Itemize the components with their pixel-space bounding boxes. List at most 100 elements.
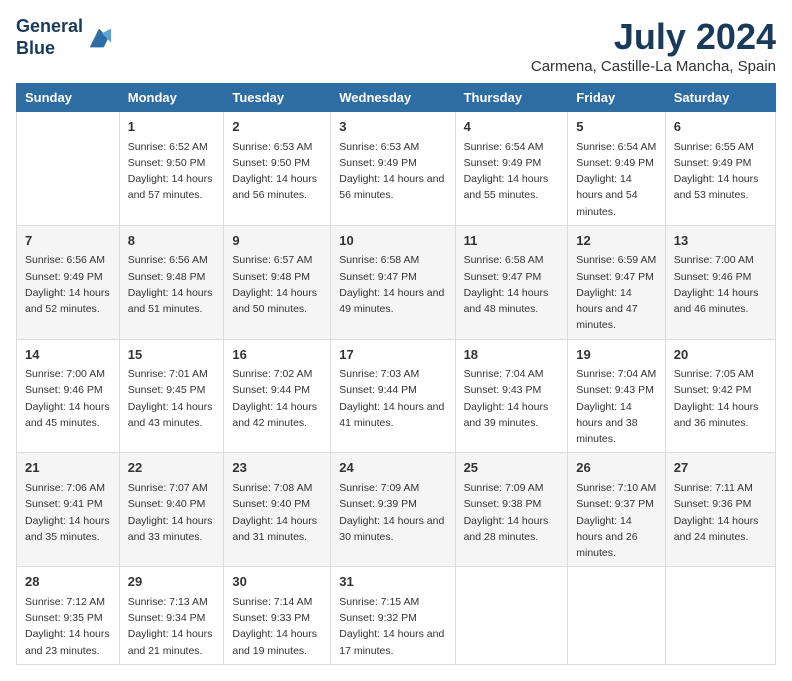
header-day-tuesday: Tuesday bbox=[224, 84, 331, 112]
calendar-cell: 22Sunrise: 7:07 AM Sunset: 9:40 PM Dayli… bbox=[119, 453, 224, 567]
cell-content: Sunrise: 7:05 AM Sunset: 9:42 PM Dayligh… bbox=[674, 366, 767, 431]
day-number: 30 bbox=[232, 572, 322, 592]
cell-content: Sunrise: 6:52 AM Sunset: 9:50 PM Dayligh… bbox=[128, 139, 216, 204]
day-number: 17 bbox=[339, 345, 446, 365]
day-number: 15 bbox=[128, 345, 216, 365]
week-row-4: 21Sunrise: 7:06 AM Sunset: 9:41 PM Dayli… bbox=[17, 453, 776, 567]
day-number: 22 bbox=[128, 458, 216, 478]
calendar-cell: 25Sunrise: 7:09 AM Sunset: 9:38 PM Dayli… bbox=[455, 453, 568, 567]
calendar-cell: 23Sunrise: 7:08 AM Sunset: 9:40 PM Dayli… bbox=[224, 453, 331, 567]
cell-content: Sunrise: 6:58 AM Sunset: 9:47 PM Dayligh… bbox=[339, 252, 446, 317]
day-number: 14 bbox=[25, 345, 111, 365]
cell-content: Sunrise: 6:55 AM Sunset: 9:49 PM Dayligh… bbox=[674, 139, 767, 204]
calendar-cell: 16Sunrise: 7:02 AM Sunset: 9:44 PM Dayli… bbox=[224, 339, 331, 453]
cell-content: Sunrise: 7:12 AM Sunset: 9:35 PM Dayligh… bbox=[25, 594, 111, 659]
calendar-cell: 21Sunrise: 7:06 AM Sunset: 9:41 PM Dayli… bbox=[17, 453, 120, 567]
calendar-cell: 2Sunrise: 6:53 AM Sunset: 9:50 PM Daylig… bbox=[224, 112, 331, 226]
day-number: 27 bbox=[674, 458, 767, 478]
logo-icon bbox=[85, 24, 113, 52]
header-day-thursday: Thursday bbox=[455, 84, 568, 112]
day-number: 25 bbox=[464, 458, 560, 478]
cell-content: Sunrise: 7:08 AM Sunset: 9:40 PM Dayligh… bbox=[232, 480, 322, 545]
cell-content: Sunrise: 7:00 AM Sunset: 9:46 PM Dayligh… bbox=[674, 252, 767, 317]
day-number: 31 bbox=[339, 572, 446, 592]
day-number: 24 bbox=[339, 458, 446, 478]
day-number: 28 bbox=[25, 572, 111, 592]
calendar-cell bbox=[455, 567, 568, 665]
cell-content: Sunrise: 7:03 AM Sunset: 9:44 PM Dayligh… bbox=[339, 366, 446, 431]
calendar-cell bbox=[568, 567, 665, 665]
calendar-header-row: SundayMondayTuesdayWednesdayThursdayFrid… bbox=[17, 84, 776, 112]
day-number: 6 bbox=[674, 117, 767, 137]
page-header: GeneralBlue July 2024 Carmena, Castille-… bbox=[16, 16, 776, 75]
header-day-monday: Monday bbox=[119, 84, 224, 112]
calendar-cell: 30Sunrise: 7:14 AM Sunset: 9:33 PM Dayli… bbox=[224, 567, 331, 665]
cell-content: Sunrise: 6:58 AM Sunset: 9:47 PM Dayligh… bbox=[464, 252, 560, 317]
cell-content: Sunrise: 7:01 AM Sunset: 9:45 PM Dayligh… bbox=[128, 366, 216, 431]
day-number: 21 bbox=[25, 458, 111, 478]
logo-text: GeneralBlue bbox=[16, 16, 83, 59]
cell-content: Sunrise: 7:00 AM Sunset: 9:46 PM Dayligh… bbox=[25, 366, 111, 431]
cell-content: Sunrise: 6:53 AM Sunset: 9:49 PM Dayligh… bbox=[339, 139, 446, 204]
calendar-cell: 28Sunrise: 7:12 AM Sunset: 9:35 PM Dayli… bbox=[17, 567, 120, 665]
header-day-saturday: Saturday bbox=[665, 84, 775, 112]
cell-content: Sunrise: 6:56 AM Sunset: 9:49 PM Dayligh… bbox=[25, 252, 111, 317]
header-day-wednesday: Wednesday bbox=[331, 84, 455, 112]
cell-content: Sunrise: 7:09 AM Sunset: 9:38 PM Dayligh… bbox=[464, 480, 560, 545]
cell-content: Sunrise: 7:15 AM Sunset: 9:32 PM Dayligh… bbox=[339, 594, 446, 659]
cell-content: Sunrise: 7:14 AM Sunset: 9:33 PM Dayligh… bbox=[232, 594, 322, 659]
calendar-cell: 24Sunrise: 7:09 AM Sunset: 9:39 PM Dayli… bbox=[331, 453, 455, 567]
subtitle: Carmena, Castille-La Mancha, Spain bbox=[531, 58, 776, 75]
calendar-cell: 4Sunrise: 6:54 AM Sunset: 9:49 PM Daylig… bbox=[455, 112, 568, 226]
day-number: 23 bbox=[232, 458, 322, 478]
day-number: 20 bbox=[674, 345, 767, 365]
cell-content: Sunrise: 7:11 AM Sunset: 9:36 PM Dayligh… bbox=[674, 480, 767, 545]
calendar-cell bbox=[17, 112, 120, 226]
week-row-3: 14Sunrise: 7:00 AM Sunset: 9:46 PM Dayli… bbox=[17, 339, 776, 453]
calendar-cell: 19Sunrise: 7:04 AM Sunset: 9:43 PM Dayli… bbox=[568, 339, 665, 453]
calendar-cell: 7Sunrise: 6:56 AM Sunset: 9:49 PM Daylig… bbox=[17, 225, 120, 339]
day-number: 11 bbox=[464, 231, 560, 251]
day-number: 9 bbox=[232, 231, 322, 251]
calendar-table: SundayMondayTuesdayWednesdayThursdayFrid… bbox=[16, 83, 776, 665]
calendar-cell: 3Sunrise: 6:53 AM Sunset: 9:49 PM Daylig… bbox=[331, 112, 455, 226]
cell-content: Sunrise: 6:54 AM Sunset: 9:49 PM Dayligh… bbox=[464, 139, 560, 204]
calendar-cell: 11Sunrise: 6:58 AM Sunset: 9:47 PM Dayli… bbox=[455, 225, 568, 339]
day-number: 3 bbox=[339, 117, 446, 137]
day-number: 26 bbox=[576, 458, 656, 478]
calendar-cell: 18Sunrise: 7:04 AM Sunset: 9:43 PM Dayli… bbox=[455, 339, 568, 453]
calendar-cell: 31Sunrise: 7:15 AM Sunset: 9:32 PM Dayli… bbox=[331, 567, 455, 665]
calendar-cell bbox=[665, 567, 775, 665]
day-number: 29 bbox=[128, 572, 216, 592]
cell-content: Sunrise: 7:07 AM Sunset: 9:40 PM Dayligh… bbox=[128, 480, 216, 545]
day-number: 5 bbox=[576, 117, 656, 137]
week-row-2: 7Sunrise: 6:56 AM Sunset: 9:49 PM Daylig… bbox=[17, 225, 776, 339]
day-number: 16 bbox=[232, 345, 322, 365]
header-day-sunday: Sunday bbox=[17, 84, 120, 112]
cell-content: Sunrise: 6:53 AM Sunset: 9:50 PM Dayligh… bbox=[232, 139, 322, 204]
calendar-cell: 13Sunrise: 7:00 AM Sunset: 9:46 PM Dayli… bbox=[665, 225, 775, 339]
calendar-cell: 9Sunrise: 6:57 AM Sunset: 9:48 PM Daylig… bbox=[224, 225, 331, 339]
cell-content: Sunrise: 6:59 AM Sunset: 9:47 PM Dayligh… bbox=[576, 252, 656, 333]
cell-content: Sunrise: 7:09 AM Sunset: 9:39 PM Dayligh… bbox=[339, 480, 446, 545]
day-number: 13 bbox=[674, 231, 767, 251]
calendar-cell: 17Sunrise: 7:03 AM Sunset: 9:44 PM Dayli… bbox=[331, 339, 455, 453]
cell-content: Sunrise: 7:10 AM Sunset: 9:37 PM Dayligh… bbox=[576, 480, 656, 561]
day-number: 4 bbox=[464, 117, 560, 137]
cell-content: Sunrise: 7:06 AM Sunset: 9:41 PM Dayligh… bbox=[25, 480, 111, 545]
week-row-5: 28Sunrise: 7:12 AM Sunset: 9:35 PM Dayli… bbox=[17, 567, 776, 665]
header-day-friday: Friday bbox=[568, 84, 665, 112]
cell-content: Sunrise: 7:04 AM Sunset: 9:43 PM Dayligh… bbox=[576, 366, 656, 447]
calendar-cell: 10Sunrise: 6:58 AM Sunset: 9:47 PM Dayli… bbox=[331, 225, 455, 339]
cell-content: Sunrise: 7:02 AM Sunset: 9:44 PM Dayligh… bbox=[232, 366, 322, 431]
logo: GeneralBlue bbox=[16, 16, 113, 59]
day-number: 18 bbox=[464, 345, 560, 365]
cell-content: Sunrise: 6:56 AM Sunset: 9:48 PM Dayligh… bbox=[128, 252, 216, 317]
calendar-cell: 12Sunrise: 6:59 AM Sunset: 9:47 PM Dayli… bbox=[568, 225, 665, 339]
day-number: 19 bbox=[576, 345, 656, 365]
day-number: 8 bbox=[128, 231, 216, 251]
calendar-cell: 29Sunrise: 7:13 AM Sunset: 9:34 PM Dayli… bbox=[119, 567, 224, 665]
calendar-cell: 14Sunrise: 7:00 AM Sunset: 9:46 PM Dayli… bbox=[17, 339, 120, 453]
calendar-cell: 27Sunrise: 7:11 AM Sunset: 9:36 PM Dayli… bbox=[665, 453, 775, 567]
day-number: 7 bbox=[25, 231, 111, 251]
